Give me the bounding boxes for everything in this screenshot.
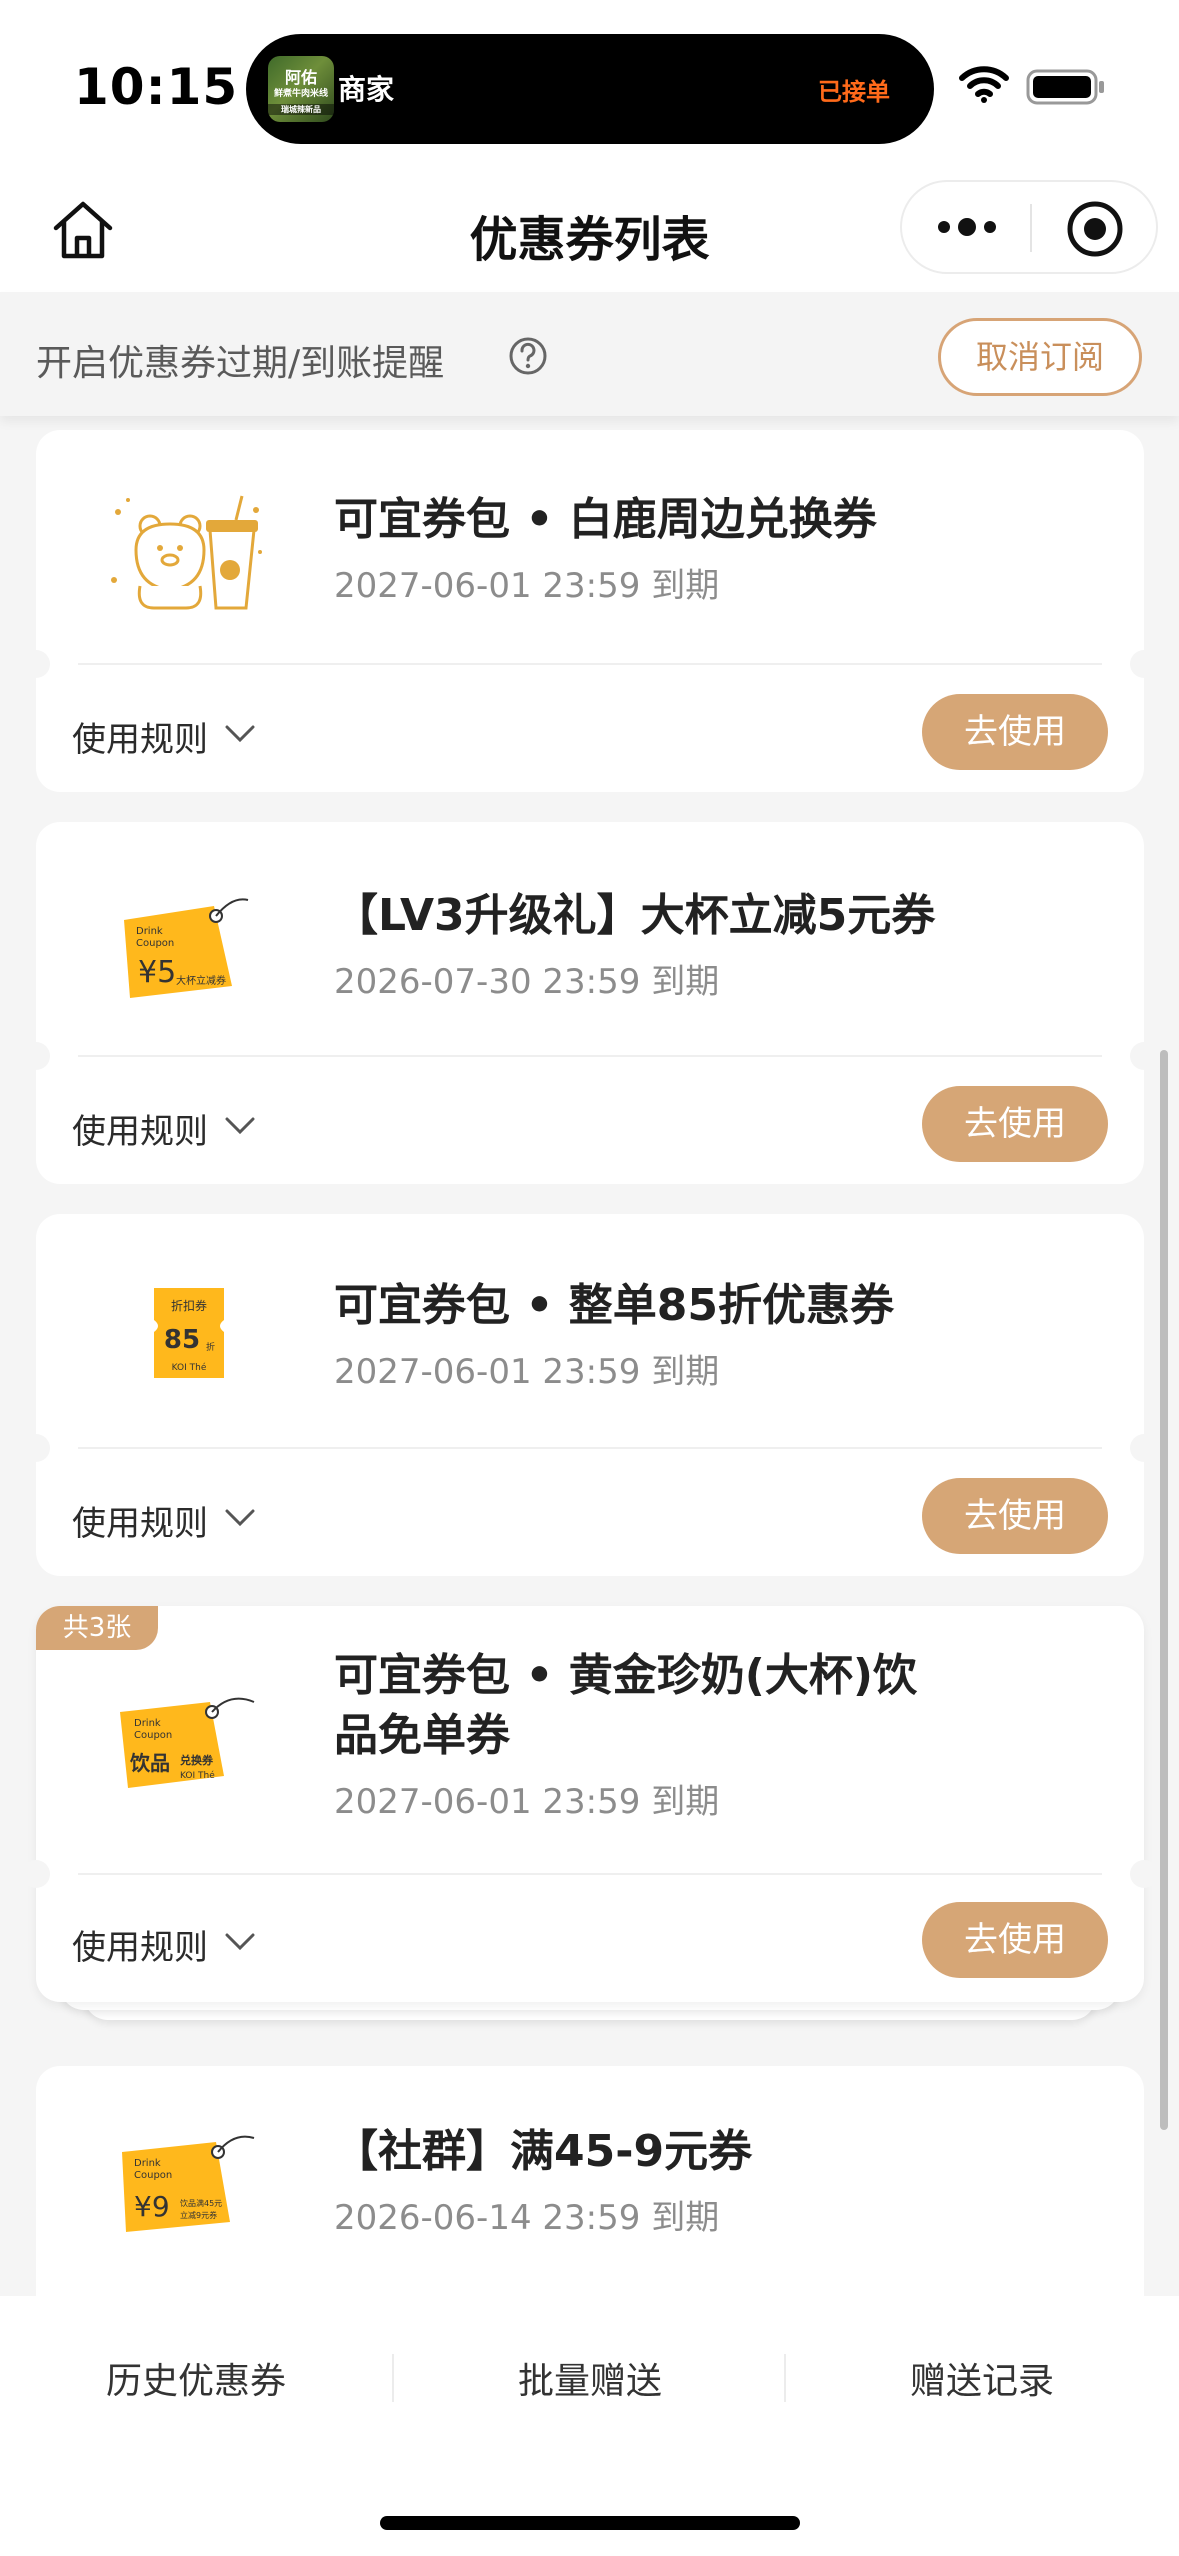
batch-gift-tab[interactable]: 批量赠送 [394,2352,786,2404]
image-text: KOI Thé [172,1362,207,1373]
coupon-title: 【社群】满45-9元券 [334,2126,753,2177]
ticket-notch-left [22,1860,50,1888]
history-coupons-tab[interactable]: 历史优惠券 [0,2352,392,2404]
use-coupon-button[interactable]: 去使用 [922,694,1108,770]
thumb-line-1: 阿佑 [284,68,317,87]
coupon-count-badge: 共3张 [36,1606,158,1650]
image-text: 折扣券 [171,1298,207,1313]
image-text: 立减9元券 [180,2210,217,2220]
target-icon[interactable] [1066,200,1124,258]
use-coupon-button[interactable]: 去使用 [922,1086,1108,1162]
coupon-title-line-1: 可宜券包 • 黄金珍奶(大杯)饮 [334,1650,917,1701]
image-text: 85 [164,1325,200,1355]
coupon-list[interactable]: 可宜券包 • 白鹿周边兑换券 2027-06-01 23:59 到期 使用规则 … [0,416,1179,2296]
drink-coupon-image: Drink Coupon ¥5 大杯立减券 [124,898,249,998]
capsule-divider [1030,204,1032,252]
image-text: 兑换券 [180,1753,214,1767]
mini-program-capsule [900,180,1158,274]
image-text: ¥9 [134,2190,170,2223]
thumb-line-2: 鲜煮牛肉米线 [273,89,328,99]
ticket-notch-left [22,650,50,678]
ticket-notch-right [1130,650,1158,678]
ticket-notch-right [1130,1860,1158,1888]
chevron-down-icon[interactable] [224,1508,256,1528]
coupon-expire-date: 2027-06-01 23:59 到期 [334,1352,720,1392]
bear-merch-coupon-image [111,495,262,610]
image-text: ¥5 [138,955,176,990]
status-time: 10:15 [74,58,239,116]
wifi-icon [959,66,1009,103]
scrollbar[interactable] [1160,1050,1168,2130]
coupon-card[interactable]: 折扣券 85 折 KOI Thé 可宜券包 • 整单85折优惠券 2027-06… [22,1214,1158,1576]
ticket-notch-left [22,1042,50,1070]
ticket-notch-right [1130,1042,1158,1070]
reminder-bar: 开启优惠券过期/到账提醒 取消订阅 [0,292,1179,416]
usage-rules-link[interactable]: 使用规则 [72,1496,208,1545]
coupon-title-line-2: 品免单券 [334,1710,510,1761]
more-icon[interactable] [936,209,998,245]
usage-rules-link[interactable]: 使用规则 [72,1104,208,1153]
image-text: Drink [134,2158,161,2169]
home-indicator [380,2516,800,2530]
image-text: Coupon [134,2170,172,2181]
chevron-down-icon[interactable] [224,724,256,744]
help-icon[interactable] [508,336,548,376]
battery-icon [1026,69,1104,105]
coupon-expire-date: 2026-06-14 23:59 到期 [334,2198,720,2238]
thumb-line-3: 瑞城辣新品 [268,104,334,115]
coupon-card[interactable]: 共3张 Drink Coupon 饮品 兑换券 KOI Thé 可宜券包 • 黄… [22,1606,1158,2002]
use-coupon-button[interactable]: 去使用 [922,1902,1108,1978]
activity-status: 已接单 [818,78,890,106]
image-text: KOI Thé [180,1770,215,1781]
image-text: 饮品 [129,1751,170,1775]
use-coupon-button[interactable]: 去使用 [922,1478,1108,1554]
card-divider [78,1055,1102,1057]
discount-coupon-image: 折扣券 85 折 KOI Thé [154,1288,224,1378]
image-text: 大杯立减券 [176,974,226,987]
coupon-expire-date: 2027-06-01 23:59 到期 [334,1782,720,1822]
coupon-expire-date: 2027-06-01 23:59 到期 [334,566,720,606]
activity-title: 商家 [338,73,395,106]
merchant-thumbnail: 阿佑 鲜煮牛肉米线 瑞城辣新品 [268,56,334,122]
usage-rules-link[interactable]: 使用规则 [72,1920,208,1969]
chevron-down-icon[interactable] [224,1116,256,1136]
coupon-card[interactable]: 可宜券包 • 白鹿周边兑换券 2027-06-01 23:59 到期 使用规则 … [22,430,1158,792]
bottom-action-bar: 历史优惠券 批量赠送 赠送记录 [0,2296,1179,2556]
image-text: 饮品满45元 [180,2198,222,2208]
ticket-notch-left [22,1434,50,1462]
image-text: Drink [134,1718,161,1729]
image-text: 折 [206,1341,215,1353]
chevron-down-icon[interactable] [224,1932,256,1952]
image-text: Coupon [134,1730,172,1741]
coupon-card[interactable]: Drink Coupon ¥5 大杯立减券 【LV3升级礼】大杯立减5元券 20… [22,822,1158,1184]
image-text: Coupon [136,938,174,949]
ticket-notch-right [1130,1434,1158,1462]
card-divider [78,1873,1102,1875]
drink-coupon-image: Drink Coupon ¥9 饮品满45元 立减9元券 [122,2135,255,2232]
coupon-title: 可宜券包 • 整单85折优惠券 [334,1280,894,1331]
coupon-title-line: 可宜券包 • 白鹿周边兑换券 [334,494,877,545]
card-divider [78,1447,1102,1449]
drink-coupon-image: Drink Coupon 饮品 兑换券 KOI Thé [120,1697,255,1788]
coupon-card[interactable]: Drink Coupon ¥9 饮品满45元 立减9元券 【社群】满45-9元券… [36,2066,1144,2296]
status-bar: 10:15 阿佑 鲜煮牛肉米线 瑞城辣新品 商家 已接单 [0,0,1179,170]
navigation-bar: 优惠券列表 [0,170,1179,292]
gift-records-tab[interactable]: 赠送记录 [786,2352,1178,2404]
card-divider [78,663,1102,665]
unsubscribe-button[interactable]: 取消订阅 [938,318,1142,396]
coupon-expire-date: 2026-07-30 23:59 到期 [334,962,720,1002]
coupon-title: 【LV3升级礼】大杯立减5元券 [334,890,936,941]
image-text: Drink [136,926,163,937]
reminder-text: 开启优惠券过期/到账提醒 [36,343,445,384]
usage-rules-link[interactable]: 使用规则 [72,712,208,761]
